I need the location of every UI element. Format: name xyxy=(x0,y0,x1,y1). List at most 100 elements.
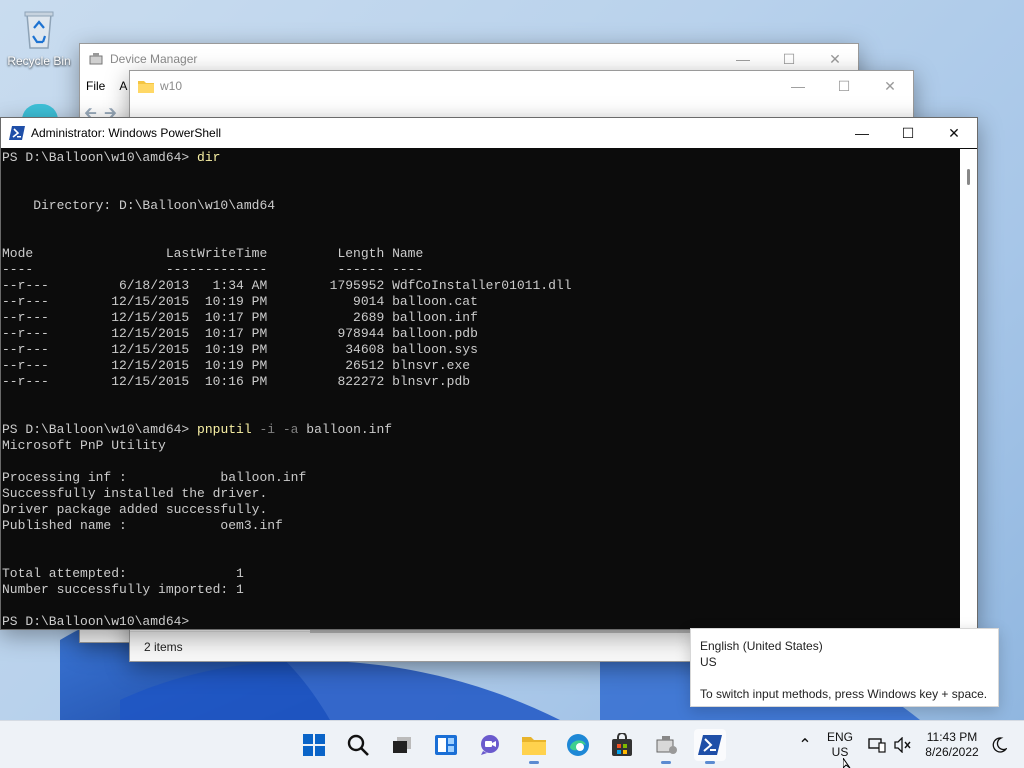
device-manager-icon xyxy=(656,736,677,754)
mouse-cursor-icon xyxy=(843,758,851,768)
console-text: Successfully installed the driver. xyxy=(2,486,268,501)
explorer-titlebar[interactable]: w10 — ☐ ✕ xyxy=(130,71,913,101)
task-view-icon xyxy=(393,737,411,753)
console-text: PS D:\Balloon\w10\amd64> xyxy=(2,614,190,629)
recycle-bin-label: Recycle Bin xyxy=(7,54,71,68)
ime-language: English (United States) xyxy=(700,639,823,653)
minimize-button[interactable]: — xyxy=(839,118,885,148)
console-output[interactable]: PS D:\Balloon\w10\amd64> dir Directory: … xyxy=(2,149,960,629)
network-status-button[interactable] xyxy=(866,721,888,768)
clock-date: 8/26/2022 xyxy=(925,745,979,759)
close-button[interactable]: ✕ xyxy=(867,71,913,101)
console-line: PS D:\Balloon\w10\amd64> pnputil -i -a b… xyxy=(2,422,960,438)
console-text: --r--- 6/18/2013 1:34 AM 1795952 WdfCoIn… xyxy=(2,278,572,293)
console-scrollbar[interactable] xyxy=(960,149,977,629)
widgets-icon xyxy=(435,735,457,755)
edge-button[interactable] xyxy=(562,729,594,761)
console-line: --r--- 12/15/2015 10:19 PM 26512 blnsvr.… xyxy=(2,358,960,374)
console-text: balloon.inf xyxy=(298,422,393,437)
console-line: ---- ------------- ------ ---- xyxy=(2,262,960,278)
running-indicator xyxy=(529,761,539,764)
file-explorer-button[interactable] xyxy=(518,729,550,764)
powershell-window[interactable]: Administrator: Windows PowerShell — ☐ ✕ … xyxy=(0,117,978,630)
folder-icon xyxy=(138,79,154,93)
console-line: --r--- 12/15/2015 10:17 PM 2689 balloon.… xyxy=(2,310,960,326)
chevron-up-icon: ⌃ xyxy=(798,737,812,754)
running-indicator xyxy=(661,761,671,764)
device-manager-icon xyxy=(88,51,104,67)
search-icon xyxy=(347,734,369,756)
running-indicator xyxy=(705,761,715,764)
console-line: Processing inf : balloon.inf xyxy=(2,470,960,486)
powershell-icon xyxy=(698,735,722,755)
console-text: --r--- 12/15/2015 10:17 PM 2689 balloon.… xyxy=(2,310,478,325)
powershell-icon xyxy=(9,126,25,140)
recycle-bin-icon xyxy=(19,8,59,52)
maximize-button[interactable]: ☐ xyxy=(885,118,931,148)
console-line: Number successfully imported: 1 xyxy=(2,582,960,598)
console-line: PS D:\Balloon\w10\amd64> dir xyxy=(2,150,960,166)
explorer-title: w10 xyxy=(160,79,183,93)
device-manager-button[interactable] xyxy=(650,729,682,764)
volume-button[interactable] xyxy=(892,721,914,768)
console-command: dir xyxy=(197,150,221,165)
console-line: Total attempted: 1 xyxy=(2,566,960,582)
console-text: --r--- 12/15/2015 10:16 PM 822272 blnsvr… xyxy=(2,374,471,389)
start-button[interactable] xyxy=(298,729,330,761)
chat-button[interactable] xyxy=(474,729,506,761)
store-button[interactable] xyxy=(606,729,638,761)
minimize-button[interactable]: — xyxy=(775,71,821,101)
clock-time: 11:43 PM xyxy=(926,730,978,744)
network-icon xyxy=(868,738,886,753)
console-command: pnputil xyxy=(197,422,252,437)
console-text: Total attempted: 1 xyxy=(2,566,244,581)
console-line: Published name : oem3.inf xyxy=(2,518,960,534)
close-button[interactable]: ✕ xyxy=(931,118,977,148)
item-count: 2 items xyxy=(144,639,183,654)
menu-action[interactable]: A xyxy=(119,79,127,93)
console-line: --r--- 12/15/2015 10:19 PM 34608 balloon… xyxy=(2,342,960,358)
scrollbar-thumb[interactable] xyxy=(967,169,970,185)
console-text: Microsoft PnP Utility xyxy=(2,438,166,453)
ime-hint: To switch input methods, press Windows k… xyxy=(700,687,988,701)
console-text: --r--- 12/15/2015 10:17 PM 978944 balloo… xyxy=(2,326,478,341)
search-button[interactable] xyxy=(342,729,374,761)
speaker-muted-icon xyxy=(894,737,911,753)
maximize-button[interactable]: ☐ xyxy=(821,71,867,101)
console-text: PS D:\Balloon\w10\amd64> xyxy=(2,150,198,165)
device-manager-title: Device Manager xyxy=(110,52,198,66)
console-line: Directory: D:\Balloon\w10\amd64 xyxy=(2,198,960,214)
show-hidden-icons-button[interactable]: ⌃ xyxy=(794,721,816,768)
taskbar: ⌃ ENG US 11:43 PM 8/26/2022 xyxy=(0,720,1024,768)
menu-file[interactable]: File xyxy=(86,79,105,93)
console-line: Successfully installed the driver. xyxy=(2,486,960,502)
task-view-button[interactable] xyxy=(386,729,418,761)
console-line: Mode LastWriteTime Length Name xyxy=(2,246,960,262)
widgets-button[interactable] xyxy=(430,729,462,761)
powershell-title: Administrator: Windows PowerShell xyxy=(31,126,222,140)
console-line: Microsoft PnP Utility xyxy=(2,438,960,454)
console-line: --r--- 12/15/2015 10:19 PM 9014 balloon.… xyxy=(2,294,960,310)
console-line: --r--- 6/18/2013 1:34 AM 1795952 WdfCoIn… xyxy=(2,278,960,294)
chat-icon xyxy=(481,735,499,755)
desktop-icon-recycle-bin[interactable]: Recycle Bin xyxy=(6,8,72,68)
console-text: Driver package added successfully. xyxy=(2,502,268,517)
powershell-button[interactable] xyxy=(694,729,726,764)
console-text: --r--- 12/15/2015 10:19 PM 9014 balloon.… xyxy=(2,294,478,309)
focus-assist-button[interactable] xyxy=(988,721,1010,768)
console-text: Number successfully imported: 1 xyxy=(2,582,244,597)
folder-icon xyxy=(522,737,546,755)
powershell-titlebar[interactable]: Administrator: Windows PowerShell — ☐ ✕ xyxy=(1,118,977,148)
console-line: PS D:\Balloon\w10\amd64> xyxy=(2,614,960,629)
clock-button[interactable]: 11:43 PM 8/26/2022 xyxy=(918,721,986,768)
console-text: --r--- 12/15/2015 10:19 PM 26512 blnsvr.… xyxy=(2,358,471,373)
console-text: Published name : oem3.inf xyxy=(2,518,283,533)
console-text: ---- ------------- ------ ---- xyxy=(2,262,424,277)
console-line: --r--- 12/15/2015 10:16 PM 822272 blnsvr… xyxy=(2,374,960,390)
windows-logo-icon xyxy=(303,734,325,756)
